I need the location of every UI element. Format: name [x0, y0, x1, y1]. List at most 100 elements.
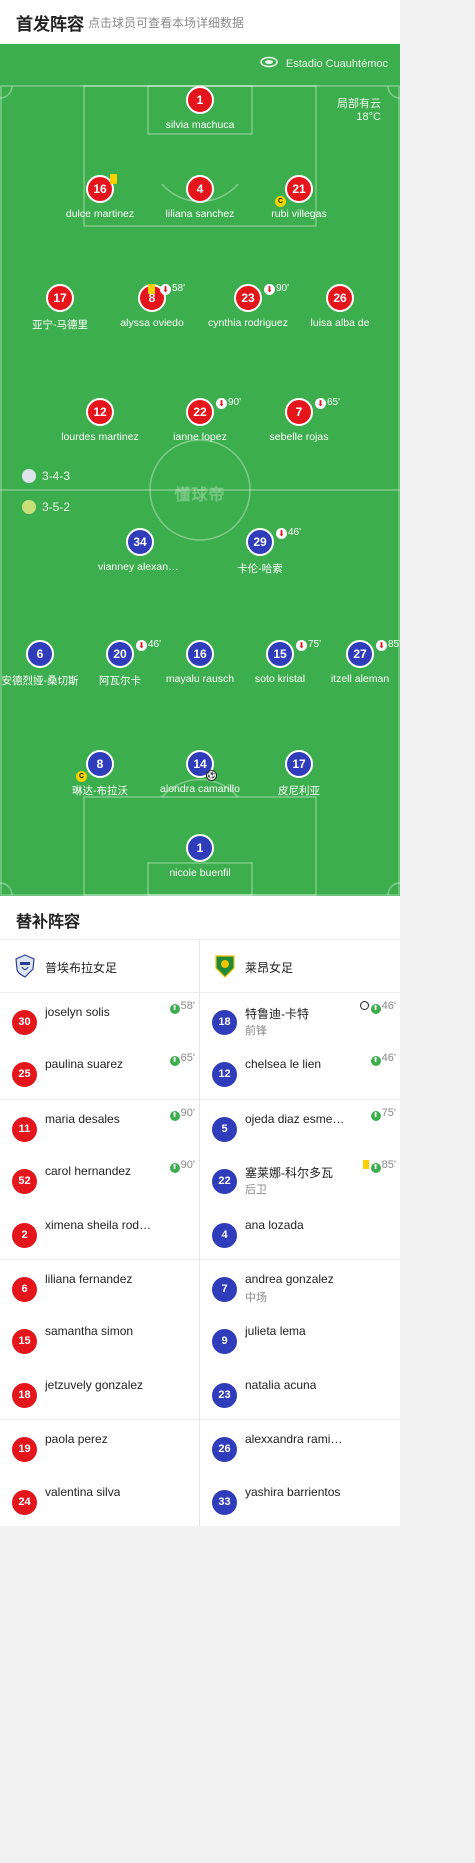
sub-number: 6 — [11, 1275, 38, 1303]
home-player[interactable]: 7 ⬇ 65' sebelle rojas — [257, 397, 341, 443]
away-team-row[interactable]: 莱昂女足 — [200, 940, 400, 992]
sub-player-row[interactable]: 18 jetzuvely gonzalez — [0, 1366, 199, 1419]
player-name: alondra camarillo — [160, 783, 240, 795]
sub-number: 33 — [211, 1488, 238, 1516]
away-subs-column: 莱昂女足 18 特鲁迪-卡特 前锋 ⬆ 46' 12 chelsea le lie… — [200, 940, 400, 1526]
sub-in-icon: ⬆ — [370, 1056, 381, 1067]
away-player[interactable]: 1 nicole buenfil — [158, 834, 242, 879]
leon-logo-icon — [215, 955, 235, 978]
away-formation-label: 3-5-2 — [42, 500, 71, 514]
player-name: liliana sanchez — [165, 208, 235, 220]
subs-header: 替补阵容 — [0, 896, 400, 940]
sub-player-row[interactable]: 19 paola perez — [0, 1419, 199, 1472]
sub-player-row[interactable]: 25 paulina suarez ⬆ 65' — [0, 1045, 199, 1098]
sub-off-icon: ⬇ — [376, 640, 387, 651]
subs-title: 替补阵容 — [16, 914, 81, 931]
player-name: rubi villegas — [271, 208, 327, 220]
sub-number: 2 — [11, 1221, 38, 1249]
sub-player-row[interactable]: 5 ojeda diaz esmeralda ⬆75' — [200, 1098, 400, 1152]
sub-off-icon: ⬇ — [160, 284, 171, 295]
subs-panel: 普埃布拉女足 30 joselyn solis ⬆ 58' 25 paulina … — [0, 940, 400, 1526]
player-number: 8 ⬇ 58' — [138, 283, 185, 312]
sub-player-row[interactable]: 11 maria desales ⬆ 90' — [0, 1098, 199, 1152]
sub-number: 12 — [211, 1061, 238, 1089]
sub-player-row[interactable]: 22 塞莱娜-科尔多瓦 后卫 ⬆ 85' — [200, 1152, 400, 1205]
player-number: 6 — [26, 640, 54, 668]
away-player[interactable]: 20 ⬇ 46' 阿瓦尔卡 — [78, 639, 162, 688]
home-player[interactable]: 22 ⬇ 90' ianne lopez — [158, 397, 242, 443]
home-player[interactable]: 16 dulce martinez — [58, 174, 142, 220]
sub-position: 前锋 — [245, 1025, 267, 1037]
home-player[interactable]: 12 lourdes martinez — [58, 398, 142, 443]
goal-ball-icon: ⚽ — [206, 770, 217, 781]
sub-player-row[interactable]: 15 samantha simon — [0, 1312, 199, 1365]
sub-player-row[interactable]: 24 valentina silva — [0, 1473, 199, 1526]
player-name: luisa alba de — [310, 317, 370, 329]
watermark-logo: 懂球帝 — [174, 487, 226, 504]
away-player[interactable]: 6 安德烈娅-桑切斯 — [0, 640, 82, 688]
home-player[interactable]: 4 liliana sanchez — [158, 175, 242, 220]
home-player[interactable]: 17 亚宁-马德里 — [18, 284, 102, 332]
sub-off-icon: ⬇ — [216, 398, 227, 409]
sub-off-icon: ⬇ — [264, 284, 275, 295]
sub-name: valentina silva — [45, 1484, 121, 1499]
home-player[interactable]: 8 ⬇ 58' alyssa oviedo — [110, 283, 194, 329]
sub-player-row[interactable]: 52 carol hernandez ⬆ 90' — [0, 1152, 199, 1205]
sub-off-marker: ⬇ 90' — [216, 397, 241, 409]
sub-name: natalia acuna — [245, 1377, 317, 1392]
player-number: 1 — [186, 834, 214, 862]
sub-number: 52 — [11, 1168, 38, 1196]
player-number: 14 ⚽ — [186, 750, 217, 781]
home-player[interactable]: 21 C rubi villegas — [257, 175, 341, 220]
sub-player-row[interactable]: 4 ana lozada — [200, 1206, 400, 1259]
sub-number: 25 — [11, 1061, 38, 1089]
away-player[interactable]: 34 vianney alexander — [98, 528, 182, 573]
away-player[interactable]: 17 皮尼利亚 — [257, 750, 341, 798]
sub-position: 后卫 — [245, 1184, 267, 1197]
sub-in-time: 46' — [381, 1000, 396, 1012]
sub-in-marker: ⬆ 65' — [169, 1052, 195, 1067]
sub-player-row[interactable]: 33 yashira barrientos — [200, 1473, 400, 1526]
away-player[interactable]: 29 ⬇ 46' 卡伦-哈索 — [218, 527, 302, 576]
sub-number: 4 — [211, 1221, 238, 1249]
sub-player-row[interactable]: 9 julieta lema — [200, 1312, 400, 1365]
player-number-text: 22 — [193, 405, 207, 419]
sub-name: ana lozada — [245, 1217, 304, 1232]
home-team-row[interactable]: 普埃布拉女足 — [0, 940, 199, 992]
player-name: 琳达-布拉沃 — [72, 785, 128, 797]
sub-player-row[interactable]: 7 andrea gonzalez 中场 — [200, 1258, 400, 1312]
sub-player-row[interactable]: 6 liliana fernandez — [0, 1258, 199, 1312]
away-player[interactable]: 15 ⬇ 75' soto kristal — [238, 639, 322, 685]
sub-player-row[interactable]: 12 chelsea le lien ⬆ 46' — [200, 1045, 400, 1098]
stadium-name: Estadio Cuauhtémoc — [285, 58, 388, 70]
sub-number: 11 — [11, 1115, 38, 1143]
player-number-text: 27 — [353, 647, 367, 661]
away-player[interactable]: 14 ⚽ alondra camarillo — [158, 750, 242, 795]
sub-player-row[interactable]: 30 joselyn solis ⬆ 58' — [0, 992, 199, 1045]
goal-ball-icon — [359, 1001, 369, 1010]
player-number: 17 — [46, 284, 74, 312]
sub-player-row[interactable]: 26 alexxandra ramirez — [200, 1419, 400, 1472]
sub-player-row[interactable]: 18 特鲁迪-卡特 前锋 ⬆ 46' — [200, 992, 400, 1045]
sub-number: 30 — [11, 1009, 38, 1036]
sub-name: 塞莱娜-科尔多瓦 — [245, 1166, 333, 1181]
lineup-title: 首发阵容 — [16, 15, 84, 34]
away-player[interactable]: 8C 琳达-布拉沃 — [58, 750, 142, 798]
away-player[interactable]: 16 mayalu rausch — [158, 640, 242, 685]
sub-in-icon: ⬆ — [370, 1163, 381, 1174]
sub-player-row[interactable]: 23 natalia acuna — [200, 1366, 400, 1419]
sub-off-icon: ⬇ — [276, 528, 287, 539]
yellow-card-icon — [110, 174, 117, 184]
player-name: sebelle rojas — [269, 431, 329, 443]
home-player[interactable]: 1 silvia machuca — [158, 86, 242, 131]
away-player[interactable]: 27 ⬇ 85' itzell aleman — [318, 639, 400, 685]
home-player[interactable]: 23 ⬇ 90' cynthia rodriguez — [206, 283, 290, 329]
sub-off-time: 90' — [276, 283, 290, 294]
player-name: mayalu rausch — [165, 673, 235, 685]
sub-number: 7 — [211, 1275, 238, 1303]
sub-number: 22 — [211, 1168, 238, 1196]
sub-player-row[interactable]: 2 ximena sheila rodriguez — [0, 1206, 199, 1259]
player-number: 4 — [186, 175, 214, 203]
home-player[interactable]: 26 luisa alba de — [298, 284, 382, 329]
sub-off-icon: ⬇ — [315, 398, 326, 409]
